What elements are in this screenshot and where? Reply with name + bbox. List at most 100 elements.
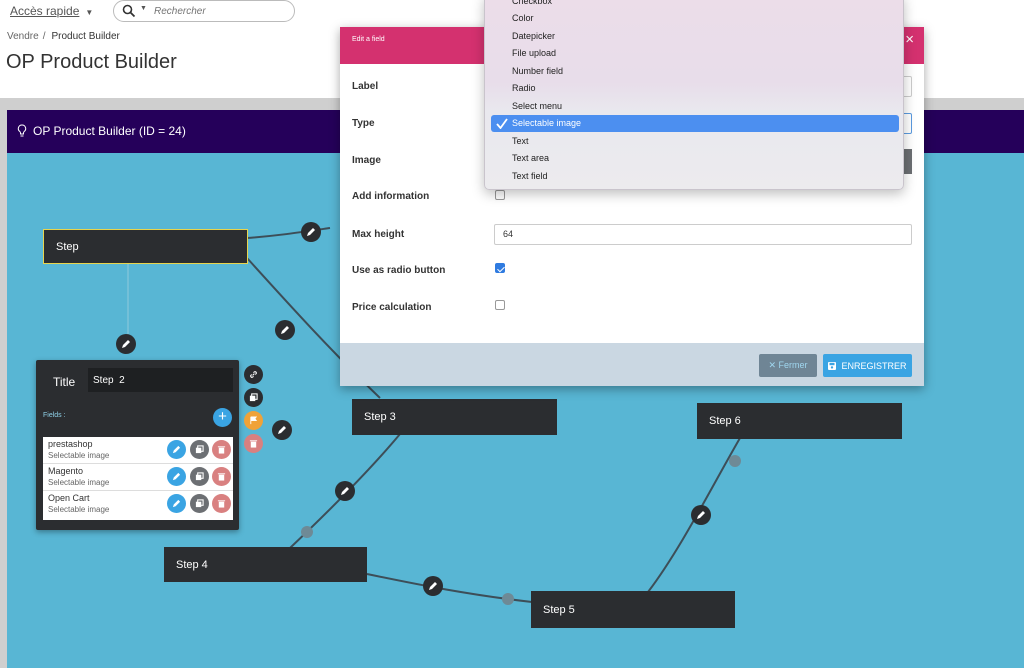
option-file-upload[interactable]: File upload [491,45,899,62]
quick-access-menu[interactable]: Accès rapide ▼ [10,4,93,18]
step-node-step-3[interactable]: Step 3 [352,399,557,435]
edit-field-button[interactable] [167,494,186,513]
save-button[interactable]: ENREGISTRER [823,354,912,377]
option-checkbox[interactable]: Checkbox [491,0,899,10]
edit-connection-pencil-icon[interactable] [272,420,292,440]
duplicate-field-button[interactable] [190,494,209,513]
edit-connection-pencil-icon[interactable] [423,576,443,596]
pencil-icon [172,472,181,481]
price-calculation-checkbox[interactable] [495,300,505,310]
step-node-step-5[interactable]: Step 5 [531,591,735,628]
flag-step-button[interactable] [244,411,263,430]
link-icon [250,371,257,378]
trash-icon [217,473,226,481]
chevron-down-icon: ▼ [85,8,94,17]
edit-connection-pencil-icon[interactable] [301,222,321,242]
option-radio[interactable]: Radio [491,80,899,97]
title-label: Title [53,375,76,389]
field-list: prestashop Selectable image Magento Sele… [43,437,233,520]
field-name: Magento [48,466,84,476]
save-label: ENREGISTRER [841,360,907,371]
link-step-button[interactable] [244,365,263,384]
search-scope-chevron-icon[interactable]: ▼ [140,5,147,12]
close-button[interactable]: ✕ Fermer [759,354,817,377]
quick-access-label: Accès rapide [10,4,80,18]
field-name: Open Cart [48,493,90,503]
option-text-field[interactable]: Text field [491,168,899,185]
option-color[interactable]: Color [491,10,899,27]
breadcrumb-separator: / [42,31,46,42]
trash-icon [217,446,226,454]
field-type: Selectable image [48,505,110,514]
type-dropdown-menu: Checkbox Color Datepicker File upload Nu… [484,0,904,190]
use-as-radio-checkbox[interactable] [495,263,505,273]
step-node-step[interactable]: Step [43,229,248,264]
delete-step-button[interactable] [244,434,263,453]
duplicate-field-button[interactable] [190,467,209,486]
step-label: Step 4 [176,558,208,571]
type-field-label: Type [352,118,375,129]
edit-field-button[interactable] [167,440,186,459]
modal-title: Edit a field [352,36,385,43]
field-type: Selectable image [48,451,110,460]
breadcrumb: Vendre / Product Builder [7,31,120,42]
step-editor-panel: Title Fields : + prestashop Selectable i… [36,360,239,530]
edit-connection-pencil-icon[interactable] [116,334,136,354]
builder-title: OP Product Builder (ID = 24) [33,124,186,138]
search-box[interactable]: ▼ [113,0,295,22]
step-node-step-4[interactable]: Step 4 [164,547,367,582]
step-label: Step [56,240,79,253]
delete-field-button[interactable] [212,467,231,486]
modal-footer: ✕ Fermer ENREGISTRER [340,343,924,386]
add-field-button[interactable]: + [213,408,232,427]
connection-handle[interactable] [729,455,741,467]
lightbulb-icon [17,124,27,137]
checkmark-icon [496,118,508,129]
duplicate-field-button[interactable] [190,440,209,459]
edit-field-button[interactable] [167,467,186,486]
pencil-icon [172,445,181,454]
search-icon[interactable] [122,4,136,18]
search-input[interactable] [154,3,284,19]
field-row: prestashop Selectable image [43,437,233,464]
field-row: Open Cart Selectable image [43,491,233,518]
delete-field-button[interactable] [212,494,231,513]
option-text[interactable]: Text [491,133,899,150]
trash-icon [249,440,258,448]
delete-field-button[interactable] [212,440,231,459]
field-name: prestashop [48,439,93,449]
connection-handle[interactable] [502,593,514,605]
pencil-icon [172,499,181,508]
breadcrumb-item-current: Product Builder [51,31,120,42]
option-selectable-image[interactable]: Selectable image [491,115,899,132]
edit-connection-pencil-icon[interactable] [275,320,295,340]
duplicate-step-button[interactable] [244,388,263,407]
copy-icon [195,445,204,454]
price-calculation-label: Price calculation [352,302,432,313]
step-label: Step 5 [543,603,575,616]
option-number-field[interactable]: Number field [491,63,899,80]
option-select-menu[interactable]: Select menu [491,98,899,115]
add-information-checkbox[interactable] [495,190,505,200]
breadcrumb-item-vendre[interactable]: Vendre [7,31,39,42]
add-information-label: Add information [352,191,430,202]
edit-connection-pencil-icon[interactable] [691,505,711,525]
use-as-radio-label: Use as radio button [352,265,446,276]
connection-handle[interactable] [301,526,313,538]
option-label: Selectable image [512,118,582,128]
copy-icon [195,499,204,508]
option-text-area[interactable]: Text area [491,150,899,167]
max-height-input[interactable]: 64 [494,224,912,245]
step-title-input[interactable] [88,368,233,392]
field-type: Selectable image [48,478,110,487]
close-icon[interactable]: × [905,31,914,48]
trash-icon [217,500,226,508]
step-label: Step 3 [364,411,396,423]
step-label: Step 6 [709,415,741,427]
fields-label: Fields : [43,412,66,419]
step-node-step-6[interactable]: Step 6 [697,403,902,439]
copy-icon [195,472,204,481]
option-datepicker[interactable]: Datepicker [491,28,899,45]
flag-icon [250,416,258,425]
edit-connection-pencil-icon[interactable] [335,481,355,501]
